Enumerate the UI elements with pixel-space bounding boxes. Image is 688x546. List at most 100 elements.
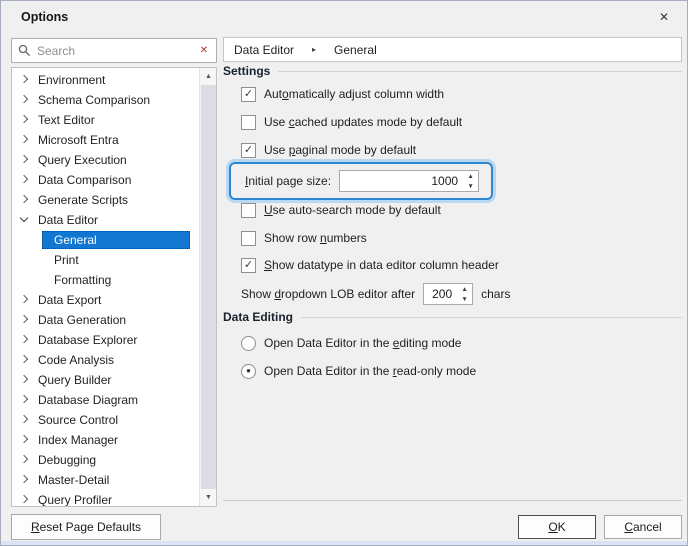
- tree-item-label: Code Analysis: [38, 353, 115, 367]
- sidebar-item-environment[interactable]: Environment: [12, 70, 199, 90]
- sidebar-item-database-explorer[interactable]: Database Explorer: [12, 330, 199, 350]
- radio-editing-mode[interactable]: Open Data Editor in the editing mode: [241, 335, 461, 351]
- sidebar-item-debugging[interactable]: Debugging: [12, 450, 199, 470]
- checkbox-label: Show row numbers: [264, 231, 367, 245]
- sidebar-item-formatting[interactable]: Formatting: [12, 270, 199, 290]
- breadcrumb-item: General: [334, 42, 377, 57]
- chevron-right-icon: [20, 495, 30, 505]
- tree-item-label: Formatting: [54, 273, 112, 287]
- spin-down-icon[interactable]: ▼: [457, 294, 472, 304]
- checkbox-paginal-mode[interactable]: ✓ Use paginal mode by default: [241, 142, 416, 158]
- checkbox-checked-icon[interactable]: ✓: [241, 142, 256, 158]
- chevron-right-icon: [20, 455, 30, 465]
- tree-item-label: Generate Scripts: [38, 193, 129, 207]
- lob-chars-stepper: ▲ ▼: [423, 283, 474, 305]
- checkbox-show-row-numbers[interactable]: Show row numbers: [241, 230, 367, 246]
- spin-up-icon[interactable]: ▲: [463, 171, 478, 181]
- sidebar-item-query-builder[interactable]: Query Builder: [12, 370, 199, 390]
- spin-down-icon[interactable]: ▼: [463, 181, 478, 191]
- sidebar-item-index-manager[interactable]: Index Manager: [12, 430, 199, 450]
- sidebar-item-query-execution[interactable]: Query Execution: [12, 150, 199, 170]
- tree-item-label: Debugging: [38, 453, 97, 467]
- tree-item-label: Data Editor: [38, 213, 99, 227]
- tree-item-label-selected: General: [42, 231, 190, 249]
- scroll-down-icon[interactable]: ▼: [200, 489, 216, 506]
- sidebar-item-code-analysis[interactable]: Code Analysis: [12, 350, 199, 370]
- checkbox-label: Automatically adjust column width: [264, 87, 445, 101]
- tree-item-label: Data Export: [38, 293, 102, 307]
- options-dialog: Options ✕ ✕ Data Editor ▸ General Enviro…: [0, 0, 688, 546]
- reset-page-defaults-button[interactable]: Reset Page Defaults: [11, 514, 161, 540]
- tree-item-label: Source Control: [38, 413, 119, 427]
- radio-read-only-mode[interactable]: ● Open Data Editor in the read-only mode: [241, 363, 476, 379]
- sidebar-item-master-detail[interactable]: Master-Detail: [12, 470, 199, 490]
- initial-page-size-label: Initial page size:: [245, 174, 332, 188]
- category-tree: Environment Schema Comparison Text Edito…: [11, 67, 217, 507]
- tree-scrollbar[interactable]: ▲ ▼: [199, 68, 216, 506]
- chevron-right-icon: [20, 175, 30, 185]
- tree-item-label: Database Explorer: [38, 333, 138, 347]
- sidebar-item-text-editor[interactable]: Text Editor: [12, 110, 199, 130]
- checkbox-unchecked-icon[interactable]: [241, 230, 256, 246]
- tree-item-label: Query Execution: [38, 153, 127, 167]
- spinner-arrows: ▲ ▼: [463, 171, 478, 191]
- sidebar-item-generate-scripts[interactable]: Generate Scripts: [12, 190, 199, 210]
- chevron-right-icon: [20, 315, 30, 325]
- lob-chars-input[interactable]: [424, 287, 458, 301]
- checkbox-label: Use paginal mode by default: [264, 143, 417, 157]
- sidebar-item-source-control[interactable]: Source Control: [12, 410, 199, 430]
- checkbox-label: Show datatype in data editor column head…: [264, 258, 499, 272]
- settings-panel: Settings ✓ Automatically adjust column w…: [223, 61, 682, 501]
- initial-page-size-stepper: ▲ ▼: [339, 170, 480, 192]
- sidebar-item-data-editor[interactable]: Data Editor: [12, 210, 199, 230]
- sidebar-item-schema-comparison[interactable]: Schema Comparison: [12, 90, 199, 110]
- close-icon[interactable]: ✕: [655, 8, 673, 26]
- radio-selected-icon[interactable]: ●: [241, 363, 256, 379]
- data-editing-group-header: Data Editing: [223, 309, 682, 325]
- tree-item-label: Query Profiler: [38, 493, 113, 507]
- radio-unselected-icon[interactable]: [241, 335, 256, 351]
- arrow-right-icon: ▸: [312, 45, 317, 54]
- sidebar-item-data-comparison[interactable]: Data Comparison: [12, 170, 199, 190]
- spin-up-icon[interactable]: ▲: [457, 284, 472, 294]
- group-divider: [301, 316, 682, 318]
- checkbox-unchecked-icon[interactable]: [241, 202, 256, 218]
- sidebar-item-data-generation[interactable]: Data Generation: [12, 310, 199, 330]
- scroll-up-icon[interactable]: ▲: [200, 68, 216, 85]
- checkbox-auto-search[interactable]: Use auto-search mode by default: [241, 202, 441, 218]
- breadcrumb-item[interactable]: Data Editor: [234, 43, 294, 57]
- chevron-right-icon: [20, 435, 30, 445]
- ok-button[interactable]: OK: [518, 515, 596, 539]
- checkbox-cached-updates[interactable]: Use cached updates mode by default: [241, 114, 462, 130]
- clear-search-icon[interactable]: ✕: [198, 45, 210, 56]
- tree-item-label: Query Builder: [38, 373, 112, 387]
- sidebar-item-print[interactable]: Print: [12, 250, 199, 270]
- radio-label: Open Data Editor in the read-only mode: [264, 364, 477, 378]
- checkbox-unchecked-icon[interactable]: [241, 114, 256, 130]
- initial-page-size-highlight: Initial page size: ▲ ▼: [229, 162, 494, 200]
- chevron-right-icon: [20, 195, 30, 205]
- scrollbar-thumb[interactable]: [201, 85, 216, 489]
- window-bottom-border: [1, 541, 687, 545]
- search-input[interactable]: [37, 43, 192, 58]
- chevron-right-icon: [20, 295, 30, 305]
- sidebar-item-general[interactable]: General: [12, 230, 199, 250]
- checkbox-checked-icon[interactable]: ✓: [241, 86, 256, 102]
- tree-item-label: Schema Comparison: [38, 93, 151, 107]
- initial-page-size-input[interactable]: [340, 174, 464, 188]
- settings-group-header: Settings: [223, 63, 682, 79]
- checkbox-checked-icon[interactable]: ✓: [241, 257, 256, 273]
- tree-item-label: Data Generation: [38, 313, 127, 327]
- cancel-button[interactable]: Cancel: [604, 515, 682, 539]
- tree-item-label: Print: [54, 253, 79, 267]
- search-icon: [18, 44, 31, 57]
- sidebar-item-data-export[interactable]: Data Export: [12, 290, 199, 310]
- sidebar-item-database-diagram[interactable]: Database Diagram: [12, 390, 199, 410]
- checkbox-auto-adjust-width[interactable]: ✓ Automatically adjust column width: [241, 86, 444, 102]
- group-title: Data Editing: [223, 310, 294, 324]
- checkbox-show-datatype[interactable]: ✓ Show datatype in data editor column he…: [241, 257, 499, 273]
- chevron-right-icon: [20, 475, 30, 485]
- chevron-right-icon: [20, 115, 30, 125]
- sidebar-item-microsoft-entra[interactable]: Microsoft Entra: [12, 130, 199, 150]
- sidebar-item-query-profiler[interactable]: Query Profiler: [12, 490, 199, 507]
